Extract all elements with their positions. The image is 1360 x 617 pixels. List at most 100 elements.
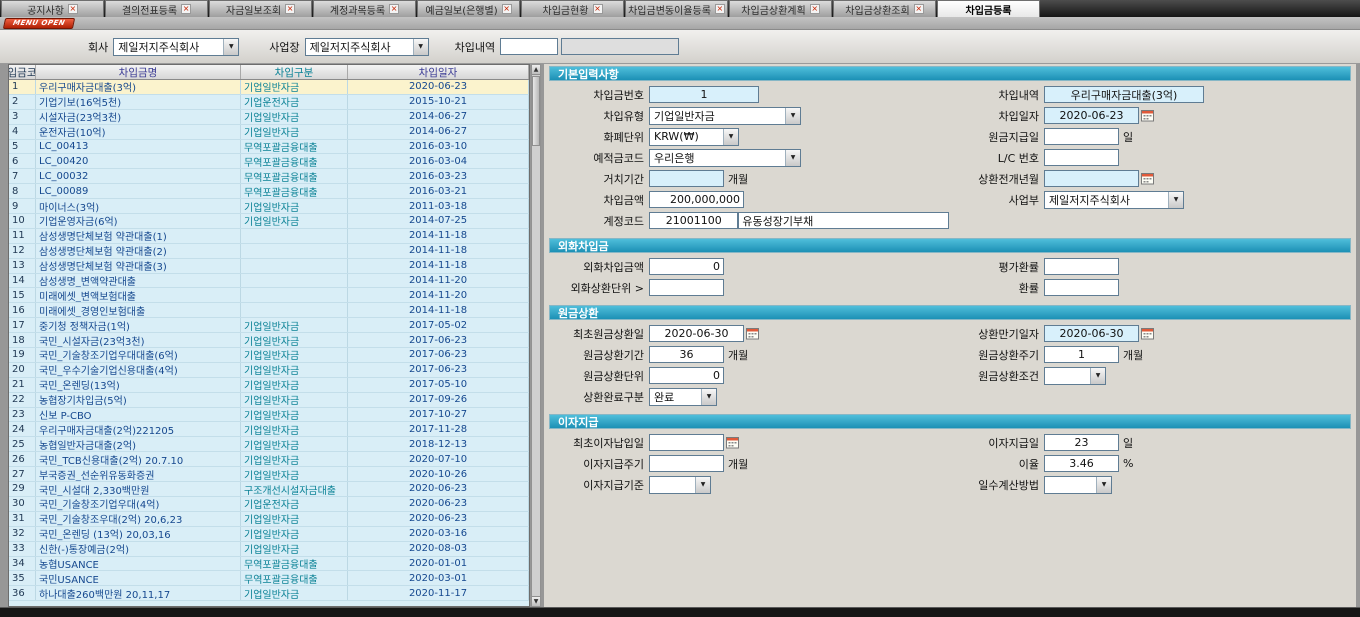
calendar-icon[interactable] — [1141, 327, 1154, 340]
day-count-method-select[interactable]: ▼ — [1044, 476, 1112, 494]
close-icon[interactable]: × — [593, 4, 603, 14]
fx-amount-field[interactable]: 0 — [649, 258, 724, 275]
division-select[interactable]: 제일저지주식회사 ▼ — [1044, 191, 1184, 209]
close-icon[interactable]: × — [715, 4, 725, 14]
first-interest-date-field[interactable] — [649, 434, 724, 451]
maturity-date-field[interactable]: 2020-06-30 — [1044, 325, 1139, 342]
close-icon[interactable]: × — [810, 4, 820, 14]
table-row[interactable]: 32국민_온렌딩 (13억) 20,03,16기업일반자금2020-03-16 — [9, 527, 529, 542]
lc-no-field[interactable] — [1044, 149, 1119, 166]
table-row[interactable]: 24우리구매자금대출(2억)221205기업일반자금2017-11-28 — [9, 422, 529, 437]
interest-cycle-field[interactable] — [649, 455, 724, 472]
table-row[interactable]: 10기업운영자금(6억)기업일반자금2014-07-25 — [9, 214, 529, 229]
table-row[interactable]: 29국민_시설대 2,330백만원구조개선시설자금대출2020-06-23 — [9, 482, 529, 497]
worksite-select[interactable]: 제일저지주식회사 ▼ — [305, 38, 429, 56]
table-row[interactable]: 36하나대출260백만원 20,11,17기업일반자금2020-11-17 — [9, 586, 529, 601]
column-header-2[interactable]: 차입금명 — [36, 65, 241, 79]
table-row[interactable]: 9마이너스(3억)기업일반자금2011-03-18 — [9, 199, 529, 214]
deposit-code-select[interactable]: 우리은행 ▼ — [649, 149, 801, 167]
table-row[interactable]: 17중기청 정책자금(1억)기업일반자금2017-05-02 — [9, 318, 529, 333]
account-name-field[interactable]: 유동성장기부채 — [738, 212, 949, 229]
tab-7[interactable]: 차입금변동이율등록× — [625, 0, 728, 17]
account-code-field[interactable]: 21001100 — [649, 212, 738, 229]
calendar-icon[interactable] — [746, 327, 759, 340]
loan-name-field[interactable]: 우리구매자금대출(3억) — [1044, 86, 1204, 103]
scroll-up-icon[interactable]: ▲ — [532, 65, 540, 75]
table-row[interactable]: 4운전자금(10억)기업일반자금2014-06-27 — [9, 125, 529, 140]
close-icon[interactable]: × — [285, 4, 295, 14]
eval-rate-field[interactable] — [1044, 258, 1119, 275]
table-row[interactable]: 25농협일반자금대출(2억)기업일반자금2018-12-13 — [9, 437, 529, 452]
table-row[interactable]: 12삼성생명단체보험 약관대출(2)2014-11-18 — [9, 244, 529, 259]
loan-amount-field[interactable]: 200,000,000 — [649, 191, 744, 208]
close-icon[interactable]: × — [68, 4, 78, 14]
tab-3[interactable]: 자금일보조회× — [209, 0, 312, 17]
table-row[interactable]: 23신보 P-CBO기업일반자금2017-10-27 — [9, 408, 529, 423]
table-row[interactable]: 30국민_기술창조기업우대(4억)기업운전자금2020-06-23 — [9, 497, 529, 512]
loan-type-select[interactable]: 기업일반자금 ▼ — [649, 107, 801, 125]
table-row[interactable]: 22농협장기차입금(5억)기업일반자금2017-09-26 — [9, 393, 529, 408]
table-row[interactable]: 34농협USANCE무역포괄금융대출2020-01-01 — [9, 557, 529, 572]
tab-1[interactable]: 공지사항× — [1, 0, 104, 17]
exchange-rate-field[interactable] — [1044, 279, 1119, 296]
table-row[interactable]: 16미래에셋_경영인보험대출2014-11-18 — [9, 303, 529, 318]
repay-period-field[interactable]: 36 — [649, 346, 724, 363]
table-scrollbar[interactable]: ▲ ▼ — [531, 64, 541, 607]
table-row[interactable]: 35국민USANCE무역포괄금융대출2020-03-01 — [9, 571, 529, 586]
company-select[interactable]: 제일저지주식회사 ▼ — [113, 38, 239, 56]
repay-start-ym-field[interactable] — [1044, 170, 1139, 187]
table-row[interactable]: 21국민_온렌딩(13억)기업일반자금2017-05-10 — [9, 378, 529, 393]
table-row[interactable]: 15미래에셋_변액보험대출2014-11-20 — [9, 288, 529, 303]
tab-2[interactable]: 결의전표등록× — [105, 0, 208, 17]
column-header-4[interactable]: 차입일자 — [348, 65, 529, 79]
close-icon[interactable]: × — [914, 4, 924, 14]
first-repay-date-field[interactable]: 2020-06-30 — [649, 325, 744, 342]
tab-9[interactable]: 차입금상환조회× — [833, 0, 936, 17]
table-row[interactable]: 33신한(-)통장예금(2억)기업일반자금2020-08-03 — [9, 542, 529, 557]
scrollbar-thumb[interactable] — [532, 76, 540, 146]
interest-basis-select[interactable]: ▼ — [649, 476, 711, 494]
repay-unit-field[interactable]: 0 — [649, 367, 724, 384]
grace-period-field[interactable] — [649, 170, 724, 187]
table-row[interactable]: 26국민_TCB신용대출(2억) 20.7.10기업일반자금2020-07-10 — [9, 452, 529, 467]
table-row[interactable]: 2기업기보(16억5천)기업운전자금2015-10-21 — [9, 95, 529, 110]
calendar-icon[interactable] — [1141, 172, 1154, 185]
repay-cycle-field[interactable]: 1 — [1044, 346, 1119, 363]
repay-condition-select[interactable]: ▼ — [1044, 367, 1106, 385]
tab-6[interactable]: 차입금현황× — [521, 0, 624, 17]
table-row[interactable]: 18국민_시설자금(23억3천)기업일반자금2017-06-23 — [9, 333, 529, 348]
column-header-1[interactable]: 차입금코드 — [9, 65, 36, 79]
tab-5[interactable]: 예금일보(은행별)× — [417, 0, 520, 17]
tab-4[interactable]: 계정과목등록× — [313, 0, 416, 17]
table-row[interactable]: 7LC_00032무역포괄금융대출2016-03-23 — [9, 169, 529, 184]
table-row[interactable]: 1우리구매자금대출(3억)기업일반자금2020-06-23 — [9, 80, 529, 95]
table-row[interactable]: 31국민_기술창조우대(2억) 20,6,23기업일반자금2020-06-23 — [9, 512, 529, 527]
scroll-down-icon[interactable]: ▼ — [532, 596, 540, 606]
loan-detail-input-2[interactable] — [561, 38, 679, 55]
tab-10[interactable]: 차입금등록 — [937, 0, 1040, 17]
table-row[interactable]: 19국민_기술창조기업우대대출(6억)기업일반자금2017-06-23 — [9, 348, 529, 363]
calendar-icon[interactable] — [726, 436, 739, 449]
close-icon[interactable]: × — [181, 4, 191, 14]
interest-day-field[interactable]: 23 — [1044, 434, 1119, 451]
table-row[interactable]: 11삼성생명단체보험 약관대출(1)2014-11-18 — [9, 229, 529, 244]
tab-8[interactable]: 차입금상환계획× — [729, 0, 832, 17]
currency-select[interactable]: KRW(₩) ▼ — [649, 128, 739, 146]
column-header-3[interactable]: 차입구분 — [241, 65, 348, 79]
loan-detail-input[interactable] — [500, 38, 558, 55]
table-row[interactable]: 3시설자금(23억3천)기업일반자금2014-06-27 — [9, 110, 529, 125]
calendar-icon[interactable] — [1141, 109, 1154, 122]
interest-rate-field[interactable]: 3.46 — [1044, 455, 1119, 472]
table-row[interactable]: 14삼성생명_변액약관대출2014-11-20 — [9, 274, 529, 289]
table-row[interactable]: 27부국증권_선순위유동화증권기업일반자금2020-10-26 — [9, 467, 529, 482]
table-row[interactable]: 13삼성생명단체보험 약관대출(3)2014-11-18 — [9, 259, 529, 274]
menu-open-button[interactable]: MENU OPEN — [3, 18, 75, 29]
close-icon[interactable]: × — [389, 4, 399, 14]
repay-complete-select[interactable]: 완료 ▼ — [649, 388, 717, 406]
loan-date-field[interactable]: 2020-06-23 — [1044, 107, 1139, 124]
table-row[interactable]: 20국민_우수기술기업신용대출(4억)기업일반자금2017-06-23 — [9, 363, 529, 378]
table-row[interactable]: 8LC_00089무역포괄금융대출2016-03-21 — [9, 184, 529, 199]
table-row[interactable]: 5LC_00413무역포괄금융대출2016-03-10 — [9, 140, 529, 155]
loan-no-field[interactable]: 1 — [649, 86, 759, 103]
table-row[interactable]: 6LC_00420무역포괄금융대출2016-03-04 — [9, 154, 529, 169]
